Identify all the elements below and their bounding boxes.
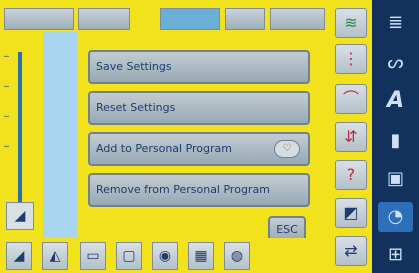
settings-dialog: Save Settings Reset Settings Add to Pers… <box>78 42 320 250</box>
buttonhole-icon[interactable]: ▮ <box>378 126 413 156</box>
mirror-icon[interactable]: ⇄ <box>335 236 367 266</box>
feed-dog-icon[interactable]: ◭ <box>42 242 68 270</box>
ruler-tick: ─ <box>4 82 9 91</box>
ruler-bar <box>18 52 22 202</box>
add-to-personal-program-button[interactable]: Add to Personal Program ♡ <box>88 132 310 166</box>
stitch-select-icon[interactable]: ᔕ <box>378 48 413 78</box>
presser-foot-icon[interactable]: ◢ <box>6 242 32 270</box>
setup-icon[interactable]: ⊞ <box>378 240 413 270</box>
stitch-width-icon[interactable]: ≋ <box>335 8 367 38</box>
remove-from-personal-program-label: Remove from Personal Program <box>96 183 270 196</box>
speed-icon[interactable]: ▦ <box>188 242 214 270</box>
foot-indicator-icon[interactable]: ◢ <box>6 202 34 230</box>
save-settings-button[interactable]: Save Settings <box>88 50 310 84</box>
reset-settings-label: Reset Settings <box>96 101 176 114</box>
balance-icon[interactable]: ⇵ <box>335 122 367 152</box>
stitch-preview-segment[interactable] <box>4 8 74 30</box>
needle-position-icon[interactable]: ⋮ <box>335 44 367 74</box>
remove-from-personal-program-button[interactable]: Remove from Personal Program <box>88 173 310 207</box>
left-ruler-column: ─ ─ ─ ─ ◢ <box>0 32 42 238</box>
embroidery-icon[interactable]: ◔ <box>378 202 413 232</box>
add-to-personal-program-label: Add to Personal Program <box>96 142 233 155</box>
top-status-bar <box>0 0 330 32</box>
personal-program-icon[interactable]: ≣ <box>378 8 413 38</box>
width-segment[interactable] <box>78 8 130 30</box>
stitch-length-icon[interactable]: ⌒ <box>335 84 367 114</box>
main-sidebar: ≣ ᔕ A ▮ ▣ ◔ ⊞ <box>372 0 419 273</box>
ruler-tick: ─ <box>4 52 9 61</box>
alphabet-icon[interactable]: A <box>378 86 413 116</box>
quilt-icon[interactable]: ▣ <box>378 164 413 194</box>
length-segment[interactable] <box>160 8 220 30</box>
reset-settings-button[interactable]: Reset Settings <box>88 91 310 125</box>
needle-segment[interactable] <box>225 8 265 30</box>
right-function-column: ≋ ⋮ ⌒ ⇵ ? ◩ ⇄ <box>330 0 372 273</box>
pattern-end-icon[interactable]: ◩ <box>335 198 367 228</box>
ruler-tick: ─ <box>4 142 9 151</box>
heart-icon: ♡ <box>274 140 300 158</box>
bottom-toolbar: ◢ ◭ ▭ ▢ ◉ ▦ ◍ <box>0 238 330 273</box>
pattern-number-segment[interactable] <box>270 8 325 30</box>
tension-icon[interactable]: ▭ <box>80 242 106 270</box>
memory-icon[interactable]: ◉ <box>152 242 178 270</box>
screen: ─ ─ ─ ─ ◢ Save Settings Reset Settings A… <box>0 0 372 273</box>
needle-stop-icon[interactable]: ▢ <box>116 242 142 270</box>
stitch-area <box>43 32 77 238</box>
help-icon[interactable]: ? <box>335 160 367 190</box>
ruler-tick: ─ <box>4 112 9 121</box>
save-settings-label: Save Settings <box>96 60 172 73</box>
bobbin-icon[interactable]: ◍ <box>224 242 250 270</box>
